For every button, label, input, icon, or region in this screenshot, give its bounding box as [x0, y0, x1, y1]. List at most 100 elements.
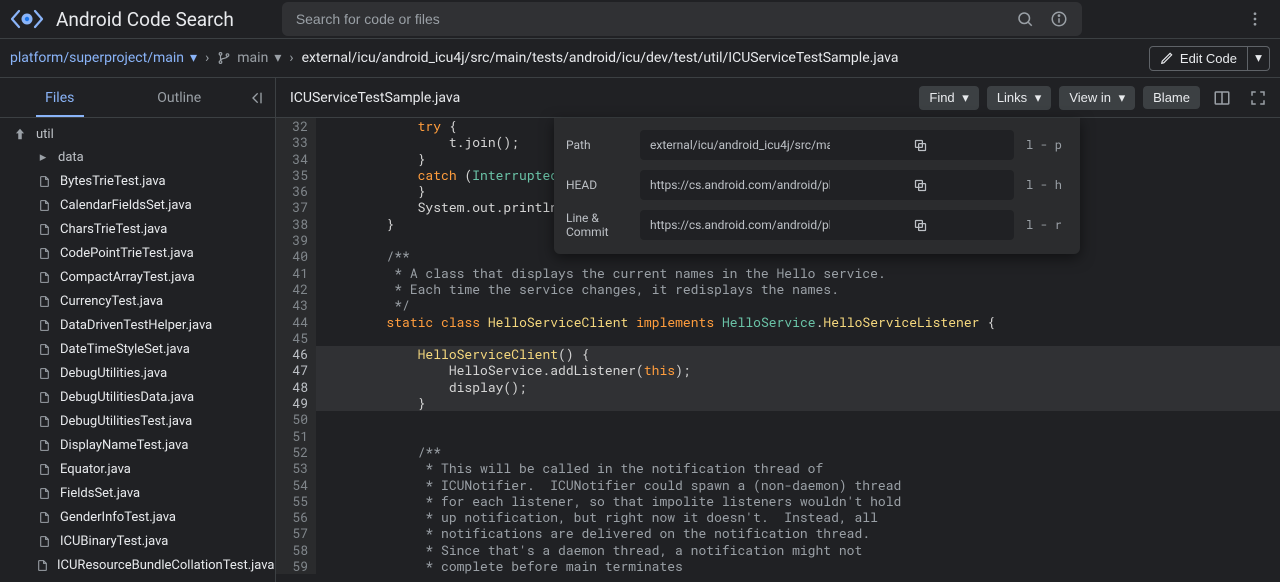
- code-line[interactable]: 46 HelloServiceClient() {: [276, 346, 1280, 362]
- tree-file[interactable]: ICUBinaryTest.java: [0, 529, 275, 553]
- branch-selector[interactable]: main ▾: [217, 50, 281, 66]
- code-line[interactable]: 56 * up notification, but right now it d…: [276, 509, 1280, 525]
- line-number[interactable]: 41: [276, 265, 316, 281]
- line-number[interactable]: 38: [276, 216, 316, 232]
- search-icon[interactable]: [1008, 10, 1042, 28]
- code-line[interactable]: 43 */: [276, 297, 1280, 313]
- tree-file[interactable]: FieldsSet.java: [0, 481, 275, 505]
- tree-file[interactable]: CodePointTrieTest.java: [0, 241, 275, 265]
- tree-file[interactable]: DateTimeStyleSet.java: [0, 337, 275, 361]
- line-number[interactable]: 55: [276, 493, 316, 509]
- info-icon[interactable]: [1042, 10, 1076, 28]
- edit-code-dropdown[interactable]: ▾: [1248, 46, 1270, 71]
- tree-parent-folder[interactable]: util: [0, 122, 275, 146]
- tab-files[interactable]: Files: [0, 80, 120, 116]
- search-input[interactable]: [296, 11, 1008, 27]
- chevron-right-icon: ▸: [36, 150, 50, 165]
- tree-file[interactable]: DebugUtilities.java: [0, 361, 275, 385]
- tree-file[interactable]: CurrencyTest.java: [0, 289, 275, 313]
- line-number[interactable]: 43: [276, 297, 316, 313]
- line-number[interactable]: 52: [276, 444, 316, 460]
- code-line[interactable]: 58 * Since that's a daemon thread, a not…: [276, 542, 1280, 558]
- copy-icon[interactable]: [830, 172, 1010, 198]
- tree-file[interactable]: CalendarFieldsSet.java: [0, 193, 275, 217]
- code-line[interactable]: 50: [276, 411, 1280, 427]
- file-tree[interactable]: util ▸ data BytesTrieTest.java CalendarF…: [0, 118, 275, 582]
- tab-outline[interactable]: Outline: [120, 80, 240, 116]
- line-number[interactable]: 56: [276, 509, 316, 525]
- code-line[interactable]: 42 * Each time the service changes, it r…: [276, 281, 1280, 297]
- line-number[interactable]: 49: [276, 395, 316, 411]
- code-line[interactable]: 57 * notifications are delivered on the …: [276, 525, 1280, 541]
- find-button[interactable]: Find ▾: [919, 86, 978, 110]
- app-title: Android Code Search: [56, 8, 234, 31]
- line-number[interactable]: 32: [276, 118, 316, 134]
- tree-file[interactable]: CharsTrieTest.java: [0, 217, 275, 241]
- breadcrumb-path[interactable]: external/icu/android_icu4j/src/main/test…: [302, 50, 899, 66]
- code-line[interactable]: 53 * This will be called in the notifica…: [276, 460, 1280, 476]
- line-number[interactable]: 54: [276, 477, 316, 493]
- links-row-field[interactable]: external/icu/android_icu4j/src/main/test…: [640, 130, 1014, 160]
- code-line[interactable]: 52 /**: [276, 444, 1280, 460]
- edit-code-button[interactable]: Edit Code: [1149, 46, 1248, 71]
- line-number[interactable]: 58: [276, 542, 316, 558]
- code-line[interactable]: 44 static class HelloServiceClient imple…: [276, 314, 1280, 330]
- line-number[interactable]: 59: [276, 558, 316, 574]
- line-number[interactable]: 39: [276, 232, 316, 248]
- line-number[interactable]: 45: [276, 330, 316, 346]
- code-line[interactable]: 41 * A class that displays the current n…: [276, 265, 1280, 281]
- line-number[interactable]: 42: [276, 281, 316, 297]
- line-number[interactable]: 50: [276, 411, 316, 427]
- code-line[interactable]: 54 * ICUNotifier. ICUNotifier could spaw…: [276, 477, 1280, 493]
- split-view-icon[interactable]: [1208, 84, 1236, 112]
- line-number[interactable]: 34: [276, 151, 316, 167]
- tree-file[interactable]: GenderInfoTest.java: [0, 505, 275, 529]
- code-line[interactable]: 45: [276, 330, 1280, 346]
- code-line[interactable]: 55 * for each listener, so that impolite…: [276, 493, 1280, 509]
- code-line[interactable]: 59 * complete before main terminates: [276, 558, 1280, 574]
- tree-file[interactable]: CompactArrayTest.java: [0, 265, 275, 289]
- copy-icon[interactable]: [830, 212, 1010, 238]
- links-row-field[interactable]: https://cs.android.com/android/platform/…: [640, 170, 1014, 200]
- links-button[interactable]: Links ▾: [987, 86, 1052, 110]
- tree-label: CurrencyTest.java: [60, 294, 163, 309]
- tree-file[interactable]: ICUResourceBundleCollationTest.java: [0, 553, 275, 577]
- tree-label: CharsTrieTest.java: [60, 222, 167, 237]
- breadcrumb-repo[interactable]: platform/superproject/main: [10, 50, 184, 66]
- code-line[interactable]: 48 display();: [276, 379, 1280, 395]
- line-number[interactable]: 44: [276, 314, 316, 330]
- overflow-menu-icon[interactable]: [1238, 2, 1272, 36]
- tree-label: DebugUtilitiesTest.java: [60, 414, 192, 429]
- tree-subfolder[interactable]: ▸ data: [0, 146, 275, 169]
- code-line[interactable]: 51: [276, 428, 1280, 444]
- tree-file[interactable]: DebugUtilitiesData.java: [0, 385, 275, 409]
- line-number[interactable]: 36: [276, 183, 316, 199]
- chevron-down-icon[interactable]: ▾: [190, 50, 197, 66]
- links-row-field[interactable]: https://cs.android.com/android/platform/…: [640, 210, 1014, 240]
- fullscreen-icon[interactable]: [1244, 84, 1272, 112]
- line-number[interactable]: 46: [276, 346, 316, 362]
- blame-button[interactable]: Blame: [1143, 86, 1200, 109]
- search-box[interactable]: [282, 2, 1082, 36]
- logo[interactable]: Android Code Search: [10, 8, 234, 31]
- line-number[interactable]: 35: [276, 167, 316, 183]
- tree-file[interactable]: DebugUtilitiesTest.java: [0, 409, 275, 433]
- line-number[interactable]: 33: [276, 134, 316, 150]
- tree-file[interactable]: DataDrivenTestHelper.java: [0, 313, 275, 337]
- code-line[interactable]: 49 }: [276, 395, 1280, 411]
- line-number[interactable]: 40: [276, 248, 316, 264]
- line-number[interactable]: 48: [276, 379, 316, 395]
- line-number[interactable]: 57: [276, 525, 316, 541]
- collapse-sidebar-icon[interactable]: [239, 78, 275, 118]
- code-line[interactable]: 47 HelloService.addListener(this);: [276, 362, 1280, 378]
- line-number[interactable]: 37: [276, 199, 316, 215]
- line-number[interactable]: 51: [276, 428, 316, 444]
- line-number[interactable]: 53: [276, 460, 316, 476]
- file-tab[interactable]: ICUServiceTestSample.java: [284, 90, 466, 106]
- tree-file[interactable]: BytesTrieTest.java: [0, 169, 275, 193]
- view-in-button[interactable]: View in ▾: [1059, 86, 1135, 110]
- copy-icon[interactable]: [830, 132, 1010, 158]
- line-number[interactable]: 47: [276, 362, 316, 378]
- tree-file[interactable]: DisplayNameTest.java: [0, 433, 275, 457]
- tree-file[interactable]: Equator.java: [0, 457, 275, 481]
